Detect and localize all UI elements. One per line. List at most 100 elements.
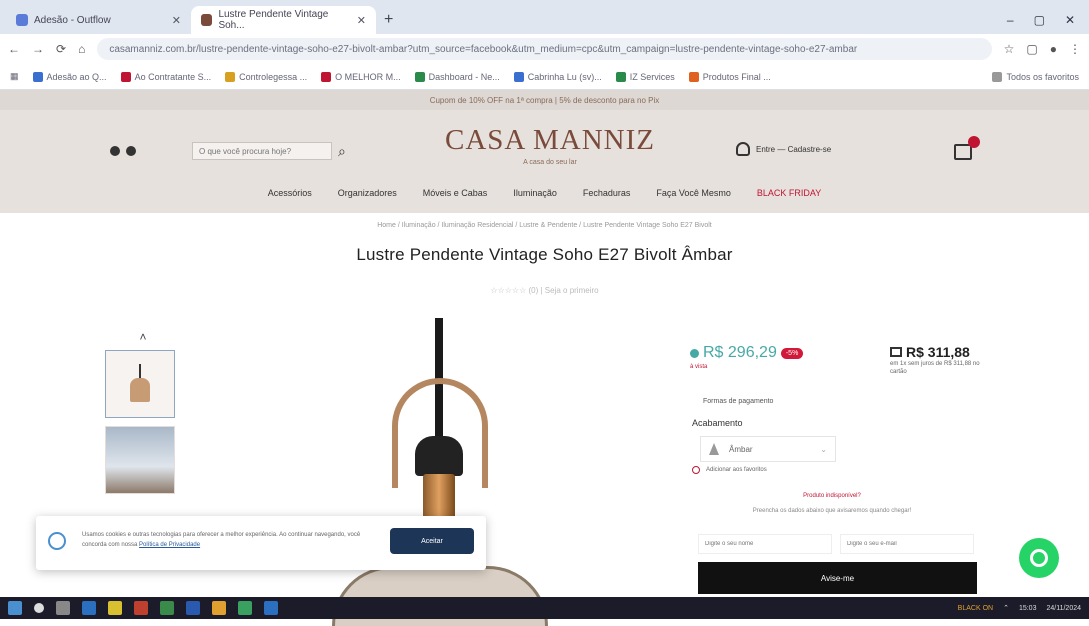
lamp-variant-icon — [709, 443, 719, 455]
word-icon[interactable] — [186, 601, 200, 615]
tab-favicon-icon — [201, 14, 213, 26]
name-field[interactable] — [698, 534, 832, 554]
explorer-icon[interactable] — [108, 601, 122, 615]
search-icon[interactable]: ⌕ — [338, 143, 346, 160]
forward-arrow-icon[interactable]: → — [32, 42, 44, 56]
site-logo[interactable]: CASA MANNIZ A casa do seu lar — [440, 124, 660, 166]
tab-close-icon[interactable]: ✕ — [357, 14, 366, 27]
office-icon[interactable] — [134, 601, 148, 615]
card-icon — [890, 347, 902, 357]
main-nav: Acessórios Organizadores Móveis e Cabas … — [0, 188, 1089, 198]
excel-icon[interactable] — [160, 601, 174, 615]
bookmark-star-icon[interactable]: ☆ — [1004, 42, 1015, 56]
extension-icon[interactable]: ▢ — [1026, 42, 1037, 56]
bookmark-item[interactable]: Adesão ao Q... — [32, 71, 107, 82]
wishlist-label: Adicionar aos favoritos — [706, 467, 767, 473]
nav-item-moveis[interactable]: Móveis e Cabas — [423, 188, 488, 198]
cart-button[interactable] — [952, 136, 980, 162]
nav-item-iluminacao[interactable]: Iluminação — [513, 188, 557, 198]
reload-icon[interactable]: ⟳ — [56, 42, 66, 56]
breadcrumb[interactable]: Home / Iluminação / Iluminação Residenci… — [0, 222, 1089, 229]
bookmark-item[interactable]: Controlegessa ... — [225, 71, 307, 82]
instagram-icon[interactable] — [110, 146, 120, 156]
bookmark-favicon-icon — [120, 71, 131, 82]
tab-close-icon[interactable]: ✕ — [172, 14, 181, 27]
browser-tab-active[interactable]: Lustre Pendente Vintage Soh... ✕ — [191, 6, 376, 34]
system-tray: BLACK ON ⌃ 15:03 24/11/2024 — [958, 604, 1081, 613]
outlook-icon[interactable] — [264, 601, 278, 615]
rating-stars[interactable]: ☆☆☆☆☆ (0) | Seja o primeiro — [0, 286, 1089, 295]
product-thumbnail[interactable] — [105, 350, 175, 418]
account-link[interactable]: Entre — Cadastre-se — [736, 142, 831, 156]
bookmark-favicon-icon — [513, 71, 524, 82]
unavailable-subtitle: Preencha os dados abaixo que avisaremos … — [752, 508, 912, 514]
nav-item-acessorios[interactable]: Acessórios — [268, 188, 312, 198]
payment-forms-link[interactable]: Formas de pagamento — [703, 398, 773, 405]
clock-date[interactable]: 24/11/2024 — [1046, 605, 1081, 612]
whatsapp-button[interactable] — [1019, 538, 1059, 578]
wifi-icon[interactable]: ⌃ — [1003, 604, 1009, 612]
tab-favicon-icon — [16, 14, 28, 26]
cart-badge — [968, 136, 980, 148]
bookmark-item[interactable]: O MELHOR M... — [321, 71, 401, 82]
search-icon[interactable] — [34, 603, 44, 613]
notify-me-button[interactable]: Avise-me — [698, 562, 977, 594]
tab-label: Lustre Pendente Vintage Soh... — [218, 9, 329, 31]
site-header: ⌕ CASA MANNIZ A casa do seu lar Entre — … — [0, 110, 1089, 213]
product-title: Lustre Pendente Vintage Soho E27 Bivolt … — [356, 245, 733, 264]
bookmark-item[interactable]: IZ Services — [615, 71, 675, 82]
profile-icon[interactable]: ● — [1050, 42, 1057, 56]
url-field[interactable]: casamanniz.com.br/lustre-pendente-vintag… — [97, 38, 992, 60]
back-arrow-icon[interactable]: ← — [8, 42, 20, 56]
task-view-icon[interactable] — [56, 601, 70, 615]
nav-item-organizadores[interactable]: Organizadores — [338, 188, 397, 198]
finish-select[interactable]: Âmbar ⌄ — [700, 436, 836, 462]
nav-item-fechaduras[interactable]: Fechaduras — [583, 188, 631, 198]
app-icon[interactable] — [238, 601, 252, 615]
maximize-button[interactable]: ▢ — [1034, 13, 1045, 27]
edge-icon[interactable] — [82, 601, 96, 615]
lamp-socket — [415, 436, 463, 476]
chrome-icon[interactable] — [212, 601, 226, 615]
facebook-icon[interactable] — [126, 146, 136, 156]
chevron-down-icon: ⌄ — [820, 444, 827, 454]
thumbnail-gallery: ˄ — [105, 330, 181, 502]
nav-item-black-friday[interactable]: BLACK FRIDAY — [757, 188, 821, 198]
apps-grid-icon[interactable]: ▦ — [10, 71, 19, 82]
bookmark-item[interactable]: Produtos Final ... — [688, 71, 771, 82]
all-bookmarks-item[interactable]: Todos os favoritos — [992, 71, 1079, 82]
cookie-icon — [48, 532, 66, 550]
minimize-button[interactable]: – — [1007, 13, 1014, 27]
home-icon[interactable]: ⌂ — [78, 42, 85, 56]
site-search: ⌕ — [192, 140, 372, 162]
bookmark-item[interactable]: Dashboard - Ne... — [414, 71, 500, 82]
privacy-policy-link[interactable]: Política de Privacidade — [139, 542, 200, 548]
notify-form — [698, 534, 974, 554]
social-links — [110, 146, 136, 156]
browser-tab[interactable]: Adesão - Outflow ✕ — [6, 6, 191, 34]
bookmark-item[interactable]: Ao Contratante S... — [120, 71, 211, 82]
account-label: Entre — Cadastre-se — [756, 144, 832, 154]
folder-icon — [992, 71, 1003, 82]
menu-kebab-icon[interactable]: ⋮ — [1069, 42, 1081, 56]
bookmark-favicon-icon — [414, 71, 425, 82]
finish-value: Âmbar — [729, 444, 753, 454]
promo-banner[interactable]: Cupom de 10% OFF na 1ª compra | 5% de de… — [0, 90, 1089, 110]
installment-note: em 1x sem juros de R$ 311,88 no cartão — [890, 361, 980, 375]
email-field[interactable] — [840, 534, 974, 554]
tray-alert[interactable]: BLACK ON — [958, 605, 993, 612]
nav-item-faca-voce-mesmo[interactable]: Faça Você Mesmo — [656, 188, 731, 198]
wishlist-link[interactable]: Adicionar aos favoritos — [692, 466, 767, 474]
address-bar-row: ← → ⟳ ⌂ casamanniz.com.br/lustre-pendent… — [0, 34, 1089, 64]
bookmark-item[interactable]: Cabrinha Lu (sv)... — [513, 71, 602, 82]
bookmark-favicon-icon — [688, 71, 699, 82]
new-tab-button[interactable]: + — [376, 6, 401, 34]
bookmark-favicon-icon — [225, 71, 236, 82]
product-thumbnail[interactable] — [105, 426, 175, 494]
chevron-up-icon[interactable]: ˄ — [105, 330, 181, 350]
start-icon[interactable] — [8, 601, 22, 615]
search-input[interactable] — [192, 142, 332, 160]
accept-cookies-button[interactable]: Aceitar — [390, 528, 474, 554]
close-window-button[interactable]: ✕ — [1065, 13, 1075, 27]
clock-time[interactable]: 15:03 — [1019, 605, 1037, 612]
